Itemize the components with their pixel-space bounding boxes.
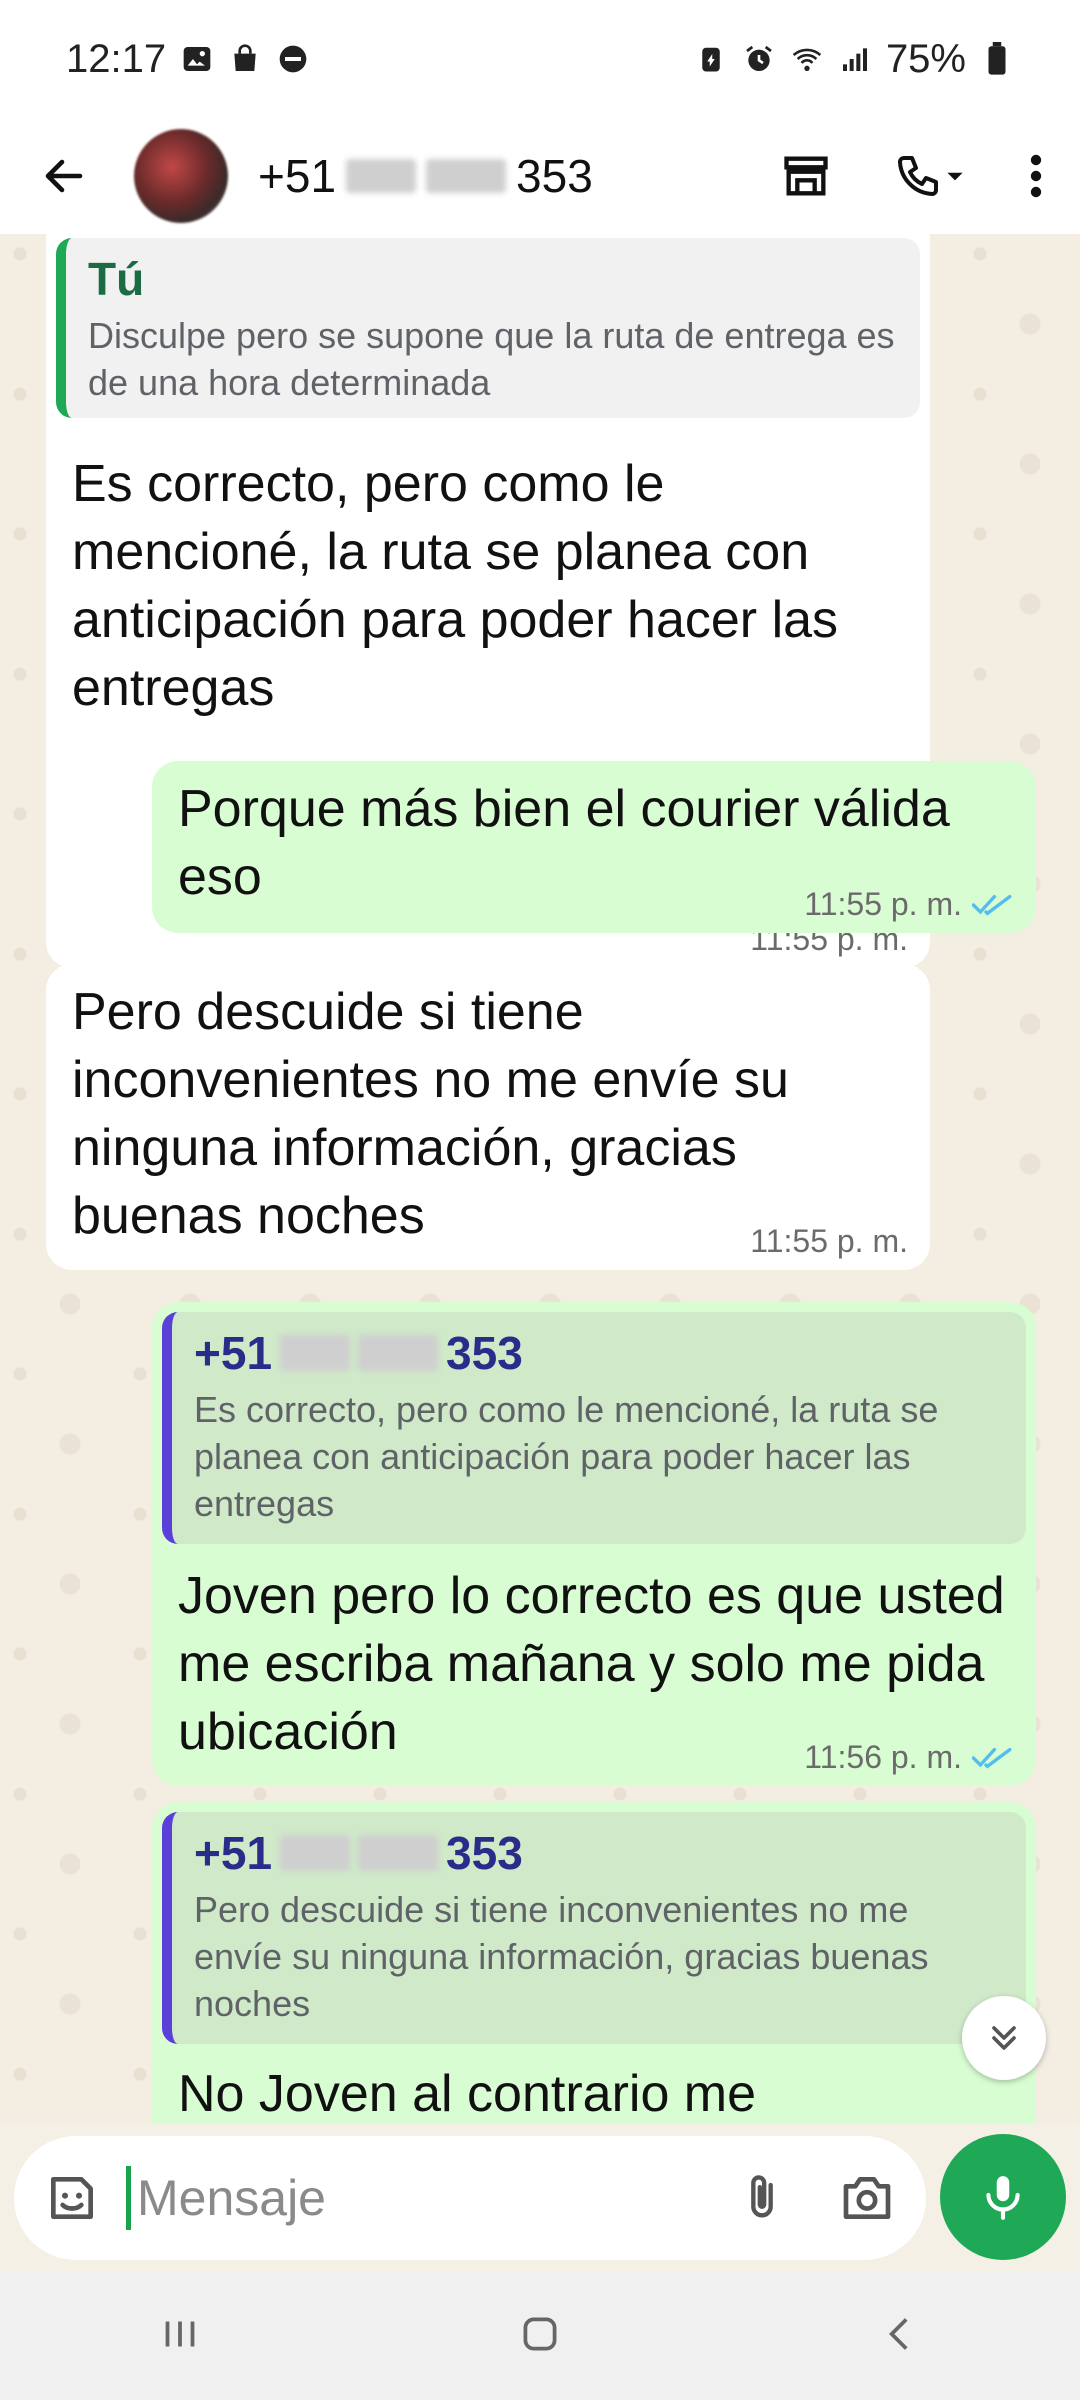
wifi-icon — [790, 42, 824, 76]
contact-name[interactable]: +51 353 — [258, 149, 593, 203]
message-outgoing[interactable]: +51 353 Es correcto, pero como le mencio… — [152, 1302, 1036, 1786]
back-arrow-icon — [45, 159, 83, 193]
battery-percentage: 75% — [885, 36, 966, 81]
home-icon — [523, 2317, 557, 2350]
voice-message-button[interactable] — [940, 2134, 1066, 2260]
quoted-author-prefix: +51 — [194, 1827, 273, 1879]
message-incoming[interactable]: Pero descuide si tiene inconvenientes no… — [46, 964, 930, 1270]
quoted-author-suffix: 353 — [446, 1327, 523, 1379]
message-time: 11:55 p. m. — [804, 886, 1014, 923]
status-time: 12:17 — [66, 36, 167, 81]
recent-apps-icon — [165, 2321, 195, 2346]
message-time-text: 11:56 p. m. — [804, 1739, 962, 1775]
read-receipt-icon — [972, 894, 1012, 916]
chat-history[interactable]: Tú Disculpe pero se supone que la ruta d… — [0, 234, 1080, 2124]
attach-button[interactable] — [736, 2170, 788, 2226]
message-text: No Joven al contrario me — [178, 2065, 757, 2123]
double-chevron-down-icon — [992, 2026, 1016, 2050]
redacted-digits — [346, 159, 417, 193]
more-options-button[interactable] — [1016, 136, 1056, 216]
call-button[interactable] — [876, 136, 986, 216]
quoted-message[interactable]: +51 353 Pero descuide si tiene inconveni… — [162, 1812, 1026, 2044]
gallery-notification-icon — [180, 42, 214, 76]
phone-icon — [898, 156, 938, 196]
microphone-icon — [986, 2176, 1020, 2220]
quoted-author-prefix: +51 — [194, 1327, 273, 1379]
redacted-digits — [280, 1835, 351, 1871]
cell-signal-icon — [838, 42, 872, 76]
message-text: Es correcto, pero como le mencioné, la r… — [72, 455, 839, 717]
message-outgoing[interactable]: +51 353 Pero descuide si tiene inconveni… — [152, 1802, 1036, 2124]
redacted-digits — [358, 1835, 439, 1871]
back-nav-button[interactable] — [875, 2309, 925, 2364]
quoted-message[interactable]: +51 353 Es correcto, pero como le mencio… — [162, 1312, 1026, 1544]
contact-country-code: +51 — [258, 150, 337, 202]
recent-apps-button[interactable] — [155, 2309, 205, 2364]
camera-button[interactable] — [838, 2170, 896, 2226]
quoted-text: Disculpe pero se supone que la ruta de e… — [88, 315, 895, 403]
message-time: 11:55 p. m. — [750, 1223, 908, 1260]
home-button[interactable] — [515, 2309, 565, 2364]
alarm-icon — [742, 42, 776, 76]
catalog-button[interactable] — [766, 136, 846, 216]
shopping-bag-notification-icon — [228, 42, 262, 76]
redacted-digits — [426, 159, 507, 193]
do-not-disturb-icon — [276, 42, 310, 76]
kebab-menu-icon — [1030, 154, 1042, 198]
battery-saver-icon — [694, 42, 728, 76]
composer-actions — [736, 2170, 896, 2226]
storefront-icon — [784, 156, 828, 196]
message-input[interactable]: Mensaje — [126, 2166, 326, 2230]
status-bar: 12:17 75% — [0, 0, 1080, 118]
redacted-digits — [280, 1335, 351, 1371]
paperclip-icon — [751, 2175, 773, 2218]
message-outgoing[interactable]: Porque más bien el courier válida eso 11… — [152, 761, 1036, 933]
quoted-author: +51 353 — [172, 1812, 1026, 1880]
quoted-author-suffix: 353 — [446, 1827, 523, 1879]
contact-avatar[interactable] — [134, 129, 228, 223]
header-actions — [766, 136, 1056, 216]
battery-icon — [980, 42, 1014, 76]
back-chevron-icon — [889, 2317, 908, 2350]
quoted-author: Tú — [88, 253, 145, 305]
quoted-text: Es correcto, pero como le mencioné, la r… — [194, 1389, 939, 1524]
status-bar-left: 12:17 — [66, 37, 310, 82]
back-button[interactable] — [24, 136, 104, 216]
caret-down-icon — [947, 172, 963, 181]
emoji-sticker-button[interactable] — [44, 2170, 100, 2226]
status-bar-right: 75% — [694, 37, 1014, 82]
quoted-message[interactable]: Tú Disculpe pero se supone que la ruta d… — [56, 238, 920, 418]
quoted-author: +51 353 — [172, 1312, 1026, 1380]
read-receipt-icon — [972, 1747, 1012, 1769]
camera-icon — [843, 2177, 891, 2219]
chat-header: +51 353 — [0, 118, 1080, 234]
scroll-to-bottom-button[interactable] — [962, 1996, 1046, 2080]
quoted-text: Pero descuide si tiene inconvenientes no… — [194, 1889, 929, 2024]
redacted-digits — [358, 1335, 439, 1371]
contact-phone-suffix: 353 — [516, 150, 593, 202]
message-composer: Mensaje — [14, 2136, 926, 2260]
system-navigation-bar — [0, 2272, 1080, 2400]
sticker-icon — [51, 2177, 93, 2219]
message-time-text: 11:55 p. m. — [804, 886, 962, 922]
message-time-text: 11:55 p. m. — [750, 1223, 908, 1259]
message-time: 11:56 p. m. — [804, 1739, 1014, 1776]
message-text: Pero descuide si tiene inconvenientes no… — [72, 983, 789, 1245]
message-text: Joven pero lo correcto es que usted me e… — [178, 1567, 1005, 1761]
